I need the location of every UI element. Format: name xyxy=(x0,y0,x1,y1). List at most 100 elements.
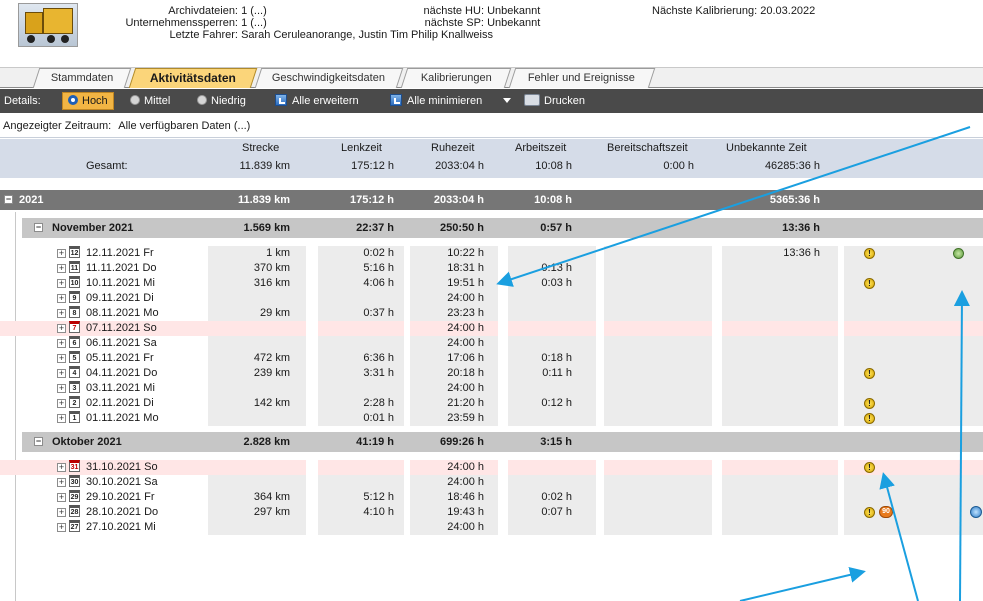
day-strecke xyxy=(196,336,290,351)
day-strecke xyxy=(196,475,290,490)
cell-shade xyxy=(604,276,712,291)
tab-aktivitaetsdaten[interactable]: Aktivitätsdaten xyxy=(128,68,258,88)
zeitraum-label: Angezeigter Zeitraum: xyxy=(3,120,112,132)
table-row[interactable]: +6 06.11.2021 Sa 24:00 h xyxy=(0,336,983,351)
sperren-value[interactable]: 1 (...) xyxy=(241,17,267,29)
table-row[interactable]: +27 27.10.2021 Mi 24:00 h xyxy=(0,520,983,535)
expand-icon[interactable]: + xyxy=(57,523,66,532)
expand-icon[interactable]: + xyxy=(57,294,66,303)
day-strecke xyxy=(196,291,290,306)
download-icon[interactable] xyxy=(953,248,964,259)
table-row[interactable]: +9 09.11.2021 Di 24:00 h xyxy=(0,291,983,306)
day-ruhe: 18:46 h xyxy=(447,491,484,503)
expand-icon[interactable]: + xyxy=(57,279,66,288)
expand-icon[interactable]: + xyxy=(57,339,66,348)
expand-all-button[interactable]: Alle erweitern xyxy=(275,93,359,109)
expand-icon[interactable]: + xyxy=(57,493,66,502)
day-lenk: 6:36 h xyxy=(363,352,394,364)
day-arbeit xyxy=(478,246,572,261)
tab-geschwindigkeitsdaten[interactable]: Geschwindigkeitsdaten xyxy=(254,68,404,88)
warning-icon[interactable]: ! xyxy=(864,398,875,409)
print-button[interactable]: Drucken xyxy=(524,93,585,109)
day-date: 07.11.2021 So xyxy=(86,322,157,334)
month-bereit xyxy=(600,218,694,238)
table-row[interactable]: +29 29.10.2021 Fr 364 km 5:12 h 18:46 h 0:02 … xyxy=(0,490,983,505)
day-lenk xyxy=(300,336,394,351)
collapse-icon[interactable]: − xyxy=(4,195,13,204)
archiv-value[interactable]: 1 (...) xyxy=(241,5,267,17)
day-date: 12.11.2021 Fr xyxy=(86,247,154,259)
collapse-icon[interactable]: − xyxy=(34,223,43,232)
table-row[interactable]: +8 08.11.2021 Mo 29 km 0:37 h 23:23 h xyxy=(0,306,983,321)
day-arbeit xyxy=(478,460,572,475)
expand-icon[interactable]: + xyxy=(57,414,66,423)
minimize-all-button[interactable]: Alle minimieren xyxy=(390,93,482,109)
detail-niedrig-radio[interactable]: Niedrig xyxy=(197,93,246,109)
calendar-icon: 1 xyxy=(69,411,80,423)
expand-icon[interactable]: + xyxy=(57,463,66,472)
warning-icon[interactable]: ! xyxy=(864,248,875,259)
cell-shade xyxy=(844,306,983,321)
kalib-info: Nächste Kalibrierung: 20.03.2022 xyxy=(652,5,815,17)
expand-icon[interactable]: + xyxy=(57,249,66,258)
collapse-icon[interactable]: − xyxy=(34,437,43,446)
expand-icon[interactable]: + xyxy=(57,508,66,517)
day-arbeit xyxy=(478,321,572,336)
table-row[interactable]: +12 12.11.2021 Fr 1 km 0:02 h 10:22 h 13:36 h… xyxy=(0,246,983,261)
detail-mittel-radio[interactable]: Mittel xyxy=(130,93,170,109)
tab-stammdaten[interactable]: Stammdaten xyxy=(32,68,132,88)
warning-icon[interactable]: ! xyxy=(864,413,875,424)
zeitraum-value[interactable]: Alle verfügbaren Daten (...) xyxy=(118,120,250,132)
calendar-icon: 6 xyxy=(69,336,80,348)
expand-icon[interactable]: + xyxy=(57,384,66,393)
detail-hoch-radio[interactable]: Hoch xyxy=(62,92,114,110)
day-ruhe: 18:31 h xyxy=(447,262,484,274)
tab-kalibrierungen[interactable]: Kalibrierungen xyxy=(400,68,512,88)
warning-icon[interactable]: ! xyxy=(864,368,875,379)
expand-icon[interactable]: + xyxy=(57,399,66,408)
expand-icon[interactable]: + xyxy=(57,369,66,378)
speed-90-badge[interactable]: 90 xyxy=(879,506,893,518)
day-unbekannt xyxy=(726,381,820,396)
toolbar-dropdown-caret[interactable] xyxy=(503,93,511,109)
day-date: 02.11.2021 Di xyxy=(86,397,154,409)
edit-icon[interactable] xyxy=(970,506,982,518)
month-arbeit: 3:15 h xyxy=(540,436,572,448)
expand-icon[interactable]: + xyxy=(57,309,66,318)
cell-shade xyxy=(604,351,712,366)
table-row[interactable]: +1 01.11.2021 Mo 0:01 h 23:59 h! xyxy=(0,411,983,426)
fahrer-value: Sarah Ceruleanorange, Justin Tim Philip … xyxy=(241,29,493,41)
expand-icon[interactable]: + xyxy=(57,264,66,273)
month-row[interactable]: − November 2021 1.569 km 22:37 h 250:50 h 0:5… xyxy=(22,218,983,238)
table-row[interactable]: +10 10.11.2021 Mi 316 km 4:06 h 19:51 h 0:03 … xyxy=(0,276,983,291)
month-row[interactable]: − Oktober 2021 2.828 km 41:19 h 699:26 h 3:15… xyxy=(22,432,983,452)
expand-icon[interactable]: + xyxy=(57,354,66,363)
minimize-label: Alle minimieren xyxy=(407,95,483,107)
warning-icon[interactable]: ! xyxy=(864,278,875,289)
table-row[interactable]: +28 28.10.2021 Do 297 km 4:10 h 19:43 h 0:07 … xyxy=(0,505,983,520)
year-bereit xyxy=(600,190,694,210)
day-strecke xyxy=(196,520,290,535)
table-row[interactable]: +11 11.11.2021 Do 370 km 5:16 h 18:31 h 0:13 … xyxy=(0,261,983,276)
day-strecke xyxy=(196,381,290,396)
expand-icon[interactable]: + xyxy=(57,478,66,487)
year-row-2021[interactable]: −2021 11.839 km 175:12 h 2033:04 h 10:08 h 53… xyxy=(0,190,983,210)
table-row[interactable]: +2 02.11.2021 Di 142 km 2:28 h 21:20 h 0:12 h… xyxy=(0,396,983,411)
day-date: 27.10.2021 Mi xyxy=(86,521,156,533)
day-arbeit xyxy=(478,336,572,351)
day-unbekannt xyxy=(726,366,820,381)
table-row[interactable]: +5 05.11.2021 Fr 472 km 6:36 h 17:06 h 0:18 h xyxy=(0,351,983,366)
kalib-label: Nächste Kalibrierung: xyxy=(652,5,758,17)
table-row[interactable]: +4 04.11.2021 Do 239 km 3:31 h 20:18 h 0:11 h… xyxy=(0,366,983,381)
expand-icon[interactable]: + xyxy=(57,324,66,333)
fahrer-label: Letzte Fahrer: xyxy=(169,29,238,41)
warning-icon[interactable]: ! xyxy=(864,507,875,518)
table-row[interactable]: +30 30.10.2021 Sa 24:00 h xyxy=(0,475,983,490)
table-row[interactable]: +7 07.11.2021 So 24:00 h xyxy=(0,321,983,336)
table-row[interactable]: +31 31.10.2021 So 24:00 h! xyxy=(0,460,983,475)
tab-fehler-ereignisse[interactable]: Fehler und Ereignisse xyxy=(508,68,656,88)
table-row[interactable]: +3 03.11.2021 Mi 24:00 h xyxy=(0,381,983,396)
warning-icon[interactable]: ! xyxy=(864,462,875,473)
day-lenk: 0:02 h xyxy=(363,247,394,259)
day-arbeit xyxy=(478,411,572,426)
